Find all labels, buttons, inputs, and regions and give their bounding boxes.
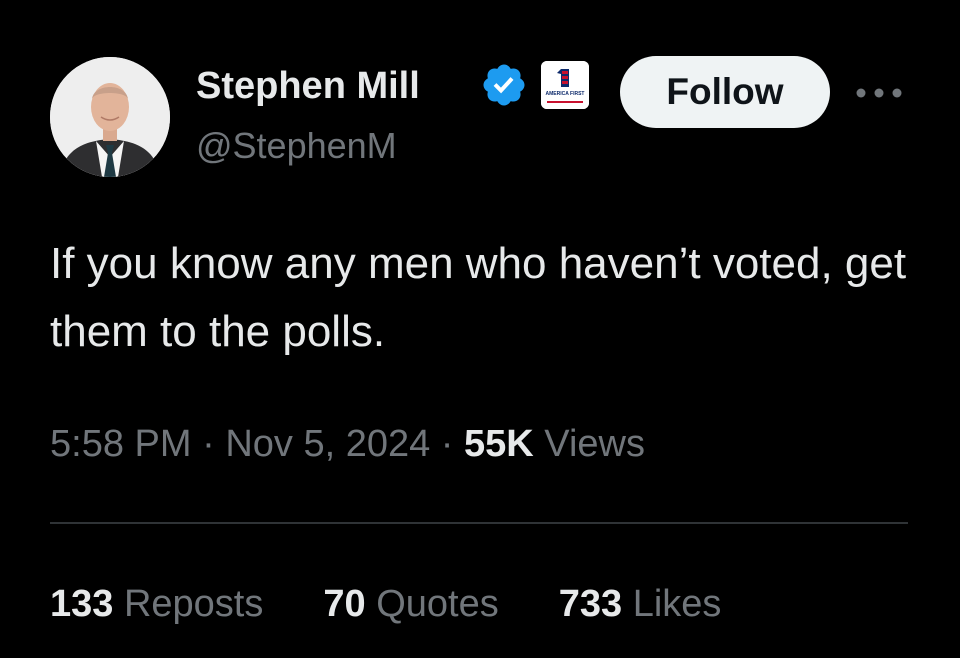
affiliate-badge-label: AMERICA FIRST (545, 91, 585, 97)
author-display-name[interactable]: Stephen Mill (196, 62, 420, 110)
reposts-count: 133 (50, 583, 114, 625)
author-handle[interactable]: @StephenM (196, 124, 397, 168)
likes-stat[interactable]: 733 Likes (559, 578, 722, 630)
engagement-stats: 133 Reposts 70 Quotes 733 Likes (50, 578, 781, 630)
meta-separator: · (430, 423, 465, 465)
reposts-label: Reposts (113, 583, 264, 625)
verified-badge-icon[interactable] (480, 61, 528, 109)
quotes-stat[interactable]: 70 Quotes (323, 578, 498, 630)
follow-button[interactable]: Follow (620, 56, 830, 128)
quotes-count: 70 (323, 583, 366, 625)
reposts-stat[interactable]: 133 Reposts (50, 578, 263, 630)
views-label: Views (533, 423, 645, 465)
views-count: 55K (464, 423, 534, 465)
tweet-meta: 5:58 PM · Nov 5, 2024 · 55K Views (50, 418, 645, 470)
more-icon[interactable] (852, 80, 906, 106)
affiliate-badge[interactable]: AMERICA FIRST (541, 61, 589, 109)
divider (50, 522, 908, 524)
likes-count: 733 (558, 583, 623, 625)
meta-separator: · (191, 423, 226, 465)
avatar[interactable] (50, 57, 170, 177)
tweet-time[interactable]: 5:58 PM (50, 423, 192, 465)
tweet-date[interactable]: Nov 5, 2024 (225, 423, 430, 465)
likes-label: Likes (622, 583, 722, 625)
quotes-label: Quotes (365, 583, 499, 625)
tweet-text: If you know any men who haven’t voted, g… (50, 239, 907, 356)
